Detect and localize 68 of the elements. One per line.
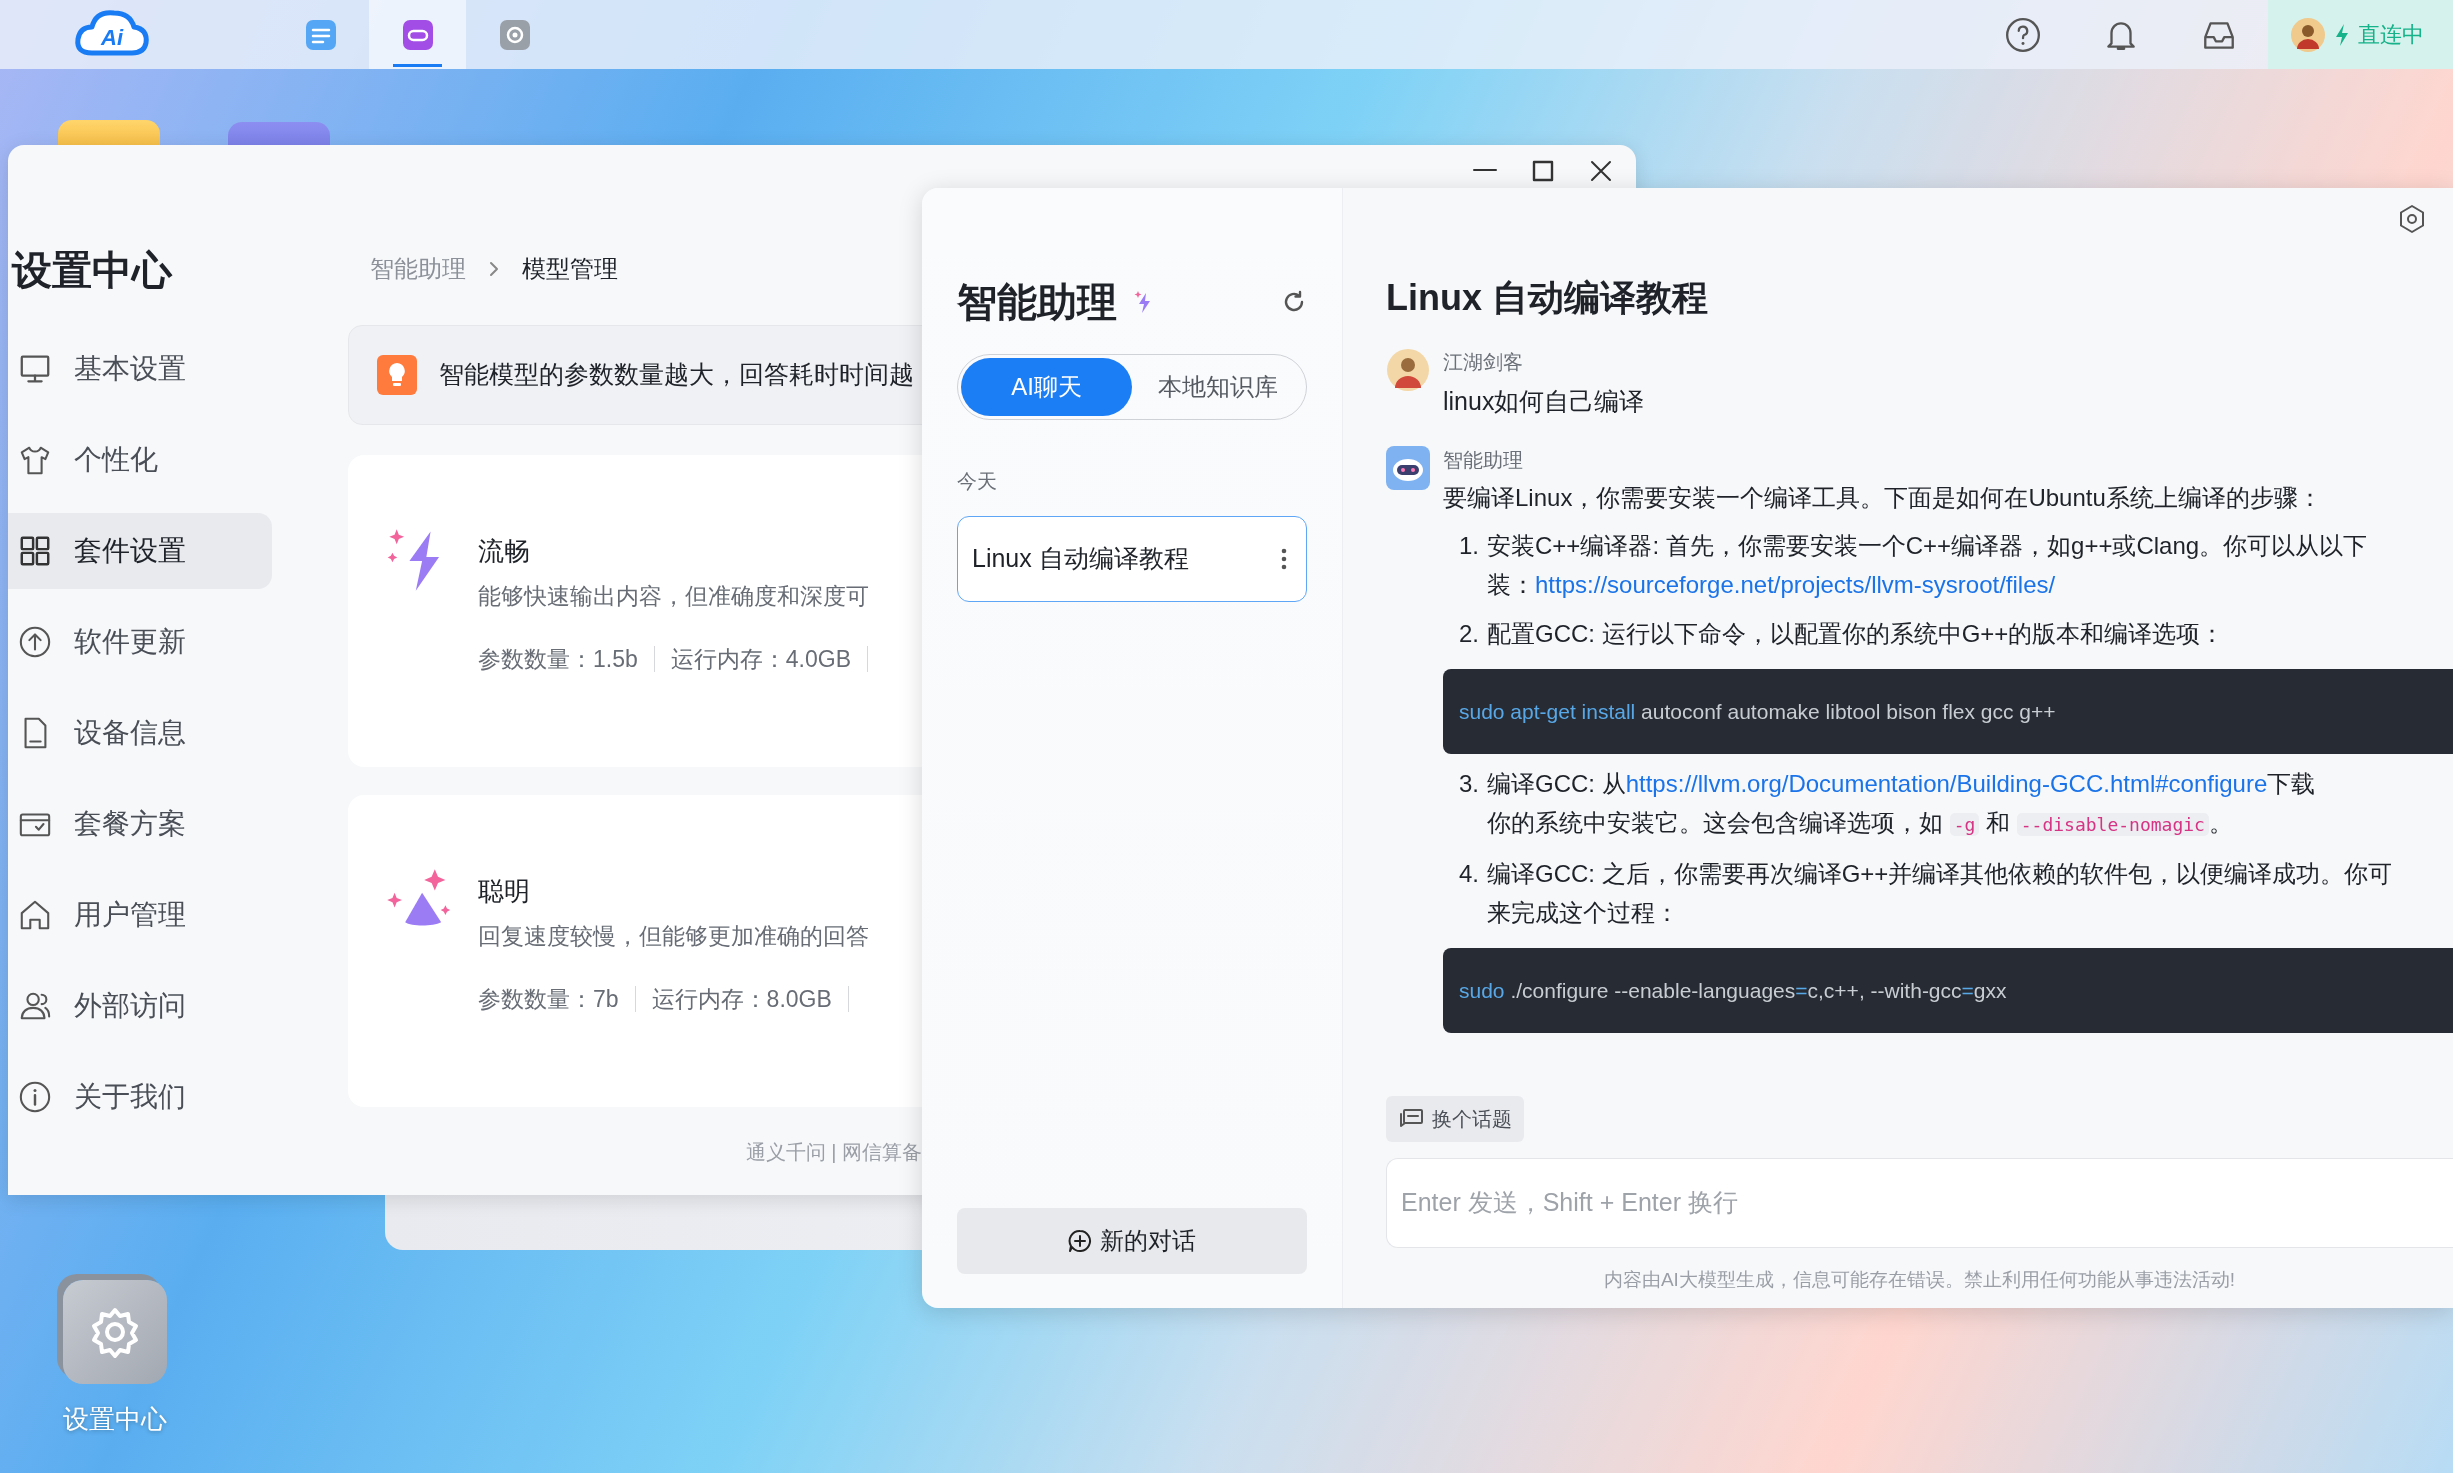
desktop-icon-label: 设置中心 xyxy=(63,1403,167,1436)
conversation-title: Linux 自动编译教程 xyxy=(972,543,1189,575)
grid-icon xyxy=(18,534,52,568)
settings-title: 设置中心 xyxy=(12,247,174,294)
inline-code: --disable-nomagic xyxy=(2016,813,2209,836)
inline-code: -g xyxy=(1949,813,1980,836)
change-topic-button[interactable]: 换个话题 xyxy=(1386,1095,1524,1142)
model-stat: 运行内存：8.0GB xyxy=(651,984,832,1014)
model-name: 流畅 xyxy=(478,535,531,568)
taskbar-app[interactable] xyxy=(369,0,466,69)
chevron-icon xyxy=(488,260,500,278)
settings-icon[interactable] xyxy=(2397,204,2427,234)
model-description: 能够快速输出内容，但准确度和深度可 xyxy=(478,582,870,611)
info-icon xyxy=(18,1080,52,1114)
avatar xyxy=(2290,16,2326,53)
mode-tab[interactable]: AI聊天 xyxy=(961,358,1132,416)
list-item-text: 配置GCC: 运行以下命令，以配置你的系统中G++的版本和编译选项： xyxy=(1487,619,2225,649)
model-name: 聪明 xyxy=(478,875,531,908)
link[interactable]: https://sourceforge.net/projects/llvm-sysroot/files/ xyxy=(1535,571,2056,598)
nav-item[interactable]: 用户管理 xyxy=(8,877,272,953)
conversation-item[interactable]: Linux 自动编译教程 xyxy=(957,516,1307,602)
bolt-icon xyxy=(2334,22,2350,47)
robot-icon xyxy=(1386,446,1430,490)
nav-item[interactable]: 基本设置 xyxy=(8,331,272,407)
model-stat: 运行内存：4.0GB xyxy=(670,644,851,674)
list-number: 4. xyxy=(1459,859,1479,889)
model-description: 回复速度较慢，但能够更加准确的回答 xyxy=(478,922,869,951)
list-number: 1. xyxy=(1459,531,1479,561)
link[interactable]: https://llvm.org/Documentation/Building-GCC.html#configure xyxy=(1625,770,2268,797)
disclaimer-text: 内容由AI大模型生成，信息可能存在错误。禁止利用任何功能从事违法活动! xyxy=(1602,1267,2237,1292)
code-block: sudo ./configure --enable-languages=c,c++, --with-gcc=gxx xyxy=(1443,948,2453,1033)
model-stat: 参数数量：7b xyxy=(478,984,619,1014)
nav-item[interactable]: 套件设置 xyxy=(8,513,272,589)
list-item-text: 编译GCC: 从https://llvm.org/Documentation/Building-GCC.html#configure下载 你的系统中安装它。这会包含编译选项，如 -g 和 --disable-nomagic 。 xyxy=(1487,769,2316,838)
status-label: 直连中 xyxy=(2358,21,2424,49)
more-icon[interactable] xyxy=(1280,547,1288,571)
nav-item[interactable]: 关于我们 xyxy=(8,1059,272,1135)
model-stat: 参数数量：1.5b xyxy=(478,644,638,674)
nav-item[interactable]: 软件更新 xyxy=(8,604,272,680)
author-name: 智能助理 xyxy=(1443,448,1524,473)
code-block: sudo apt-get install autoconf automake libtool bison flex gcc g++ xyxy=(1443,669,2453,754)
help-icon[interactable] xyxy=(2004,15,2042,54)
message-text: linux如何自己编译 xyxy=(1443,386,1646,417)
lightbulb-icon xyxy=(377,355,417,395)
mode-tab[interactable]: 本地知识库 xyxy=(1132,358,1303,416)
avatar xyxy=(1386,348,1430,392)
list-item-text: 安装C++编译器: 首先，你需要安装一个C++编译器，如g++或Clang。你可以从以下 装：https://sourceforge.net/projects/llvm-sysroot/files/ xyxy=(1487,531,2368,600)
list-item-text: 编译GCC: 之后，你需要再次编译G++并编译其他依赖的软件包，以便编译成功。你可 来完成这个过程： xyxy=(1487,859,2393,928)
home-icon xyxy=(18,898,52,932)
message-text: 要编译Linux，你需要安装一个编译工具。下面是如何在Ubuntu系统上编译的步骤： xyxy=(1443,483,2323,513)
add-chat-icon xyxy=(1068,1229,1092,1253)
upload-icon xyxy=(18,625,52,659)
footer-text: 通义千问 | 网信算备 xyxy=(744,1140,922,1165)
nav-item[interactable]: 设备信息 xyxy=(8,695,272,771)
new-chat-button[interactable]: 新的对话 xyxy=(957,1208,1307,1274)
assistant-title: 智能助理 xyxy=(957,279,1117,326)
author-name: 江湖剑客 xyxy=(1443,350,1524,375)
breadcrumb-item: 模型管理 xyxy=(522,254,618,284)
list-number: 3. xyxy=(1459,769,1479,799)
message-input[interactable]: Enter 发送，Shift + Enter 换行 xyxy=(1386,1157,2453,1248)
list-number: 2. xyxy=(1459,619,1479,649)
chat-icon xyxy=(1398,1107,1424,1130)
nav-item[interactable]: 外部访问 xyxy=(8,968,272,1044)
conversation-heading: Linux 自动编译教程 xyxy=(1386,276,1709,320)
nav-item[interactable]: 个性化 xyxy=(8,422,272,498)
nav-item[interactable]: 套餐方案 xyxy=(8,786,272,862)
tip-text: 智能模型的参数数量越大，回答耗时时间越 xyxy=(439,359,914,391)
group-label: 今天 xyxy=(957,469,998,494)
